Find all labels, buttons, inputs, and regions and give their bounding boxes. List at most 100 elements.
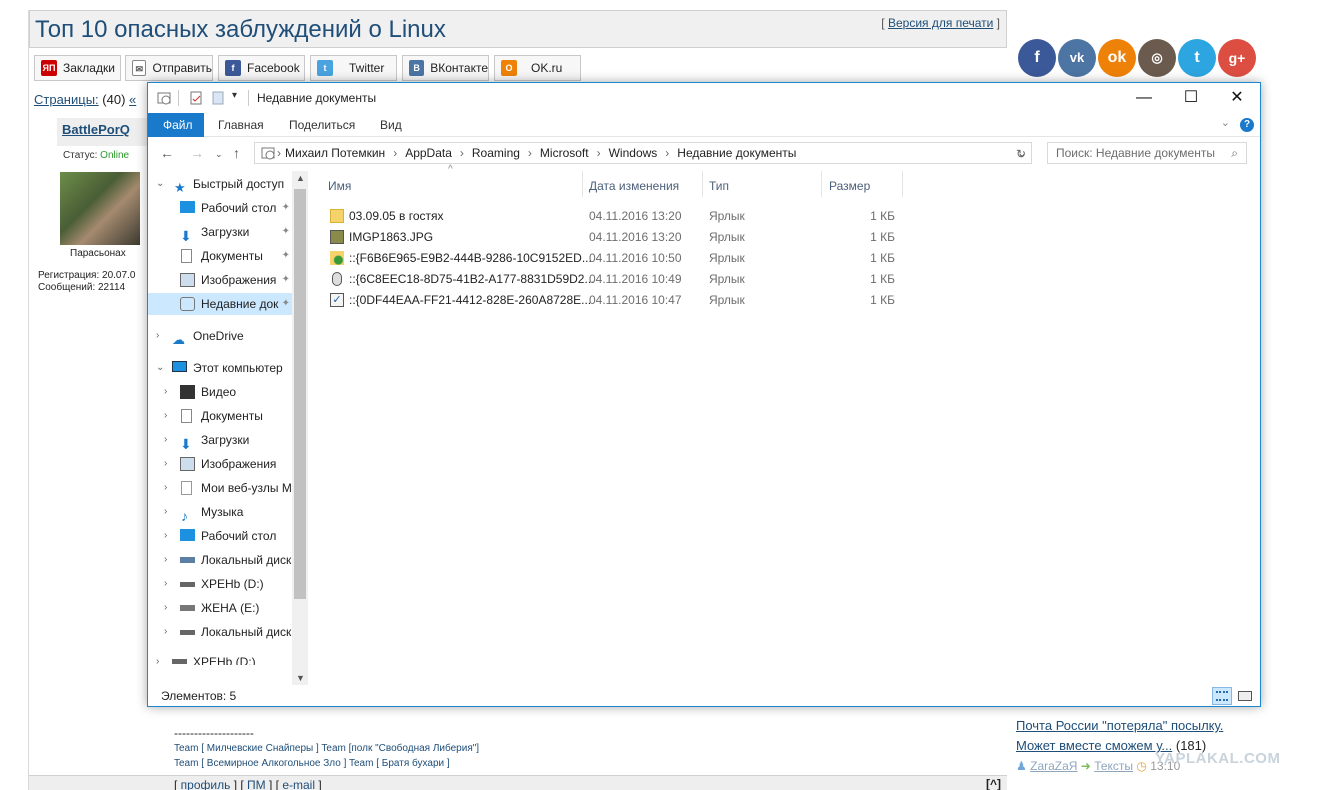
recent-locations-icon[interactable]: ⌄ — [215, 149, 223, 160]
search-input[interactable]: Поиск: Недавние документы ⌕ — [1047, 142, 1247, 164]
details-view-button[interactable] — [1212, 687, 1232, 705]
tab-view[interactable]: Вид — [380, 113, 402, 137]
back-arrow-icon[interactable]: ← — [160, 145, 174, 161]
scroll-up-icon[interactable]: ▲ — [296, 173, 305, 183]
column-type[interactable]: Тип — [709, 179, 729, 193]
user-link[interactable]: ZaraZaЯ — [1030, 759, 1077, 773]
vk-icon[interactable]: vk — [1058, 39, 1096, 77]
breadcrumb-item[interactable]: Михаил Потемкин — [285, 146, 385, 160]
scroll-top-button[interactable]: [^] — [986, 777, 1001, 790]
help-icon[interactable]: ? — [1240, 118, 1254, 132]
chevron-right-icon[interactable]: › — [164, 429, 167, 451]
breadcrumb-item[interactable]: Windows — [609, 146, 658, 160]
team-link[interactable]: полк "Свободная Либерия" — [351, 743, 476, 754]
chevron-right-icon[interactable]: › — [164, 381, 167, 403]
nav-this-pc[interactable]: ⌄ Этот компьютер — [148, 357, 292, 379]
chevron-right-icon[interactable]: › — [597, 146, 601, 160]
nav-local-disk[interactable]: › Локальный диск — [148, 549, 292, 571]
file-row[interactable]: ::{F6B6E965-E9B2-444B-9286-10C9152ED... … — [318, 248, 1258, 269]
team-link[interactable]: Братя бухари — [382, 758, 444, 769]
column-divider[interactable] — [902, 171, 903, 197]
column-divider[interactable] — [702, 171, 703, 197]
breadcrumb-item[interactable]: Недавние документы — [677, 146, 796, 160]
section-link[interactable]: Тексты — [1094, 759, 1133, 773]
pages-link[interactable]: Страницы: — [34, 92, 99, 107]
file-row[interactable]: 03.09.05 в гостях 04.11.2016 13:20 Ярлык… — [318, 206, 1258, 227]
chevron-right-icon[interactable]: › — [156, 325, 159, 347]
explorer-window[interactable]: ▾ Недавние документы — ☐ ✕ Файл Главная … — [147, 82, 1261, 707]
minimize-button[interactable]: — — [1121, 83, 1167, 113]
breadcrumb-item[interactable]: AppData — [405, 146, 452, 160]
share-ok-button[interactable]: O OK.ru — [494, 55, 581, 81]
chevron-right-icon[interactable]: › — [164, 597, 167, 619]
nav-desktop[interactable]: Рабочий стол ✦ — [148, 197, 292, 219]
tab-home[interactable]: Главная — [218, 113, 264, 137]
properties-icon[interactable] — [188, 90, 204, 106]
nav-documents-pc[interactable]: › Документы — [148, 405, 292, 427]
nav-drive-d[interactable]: › XPEHb (D:) — [148, 573, 292, 595]
pm-link[interactable]: ПМ — [247, 778, 266, 790]
share-twitter-button[interactable]: t Twitter — [310, 55, 397, 81]
author-link[interactable]: BattlePorQ — [62, 122, 130, 137]
up-arrow-icon[interactable]: ↑ — [233, 145, 240, 161]
nav-web-nodes[interactable]: › Мои веб-узлы M — [148, 477, 292, 499]
nav-desktop-pc[interactable]: › Рабочий стол — [148, 525, 292, 547]
nav-drive-d-2[interactable]: › XPEHb (D:) — [148, 651, 292, 665]
chevron-down-icon[interactable]: ⌄ — [156, 173, 164, 195]
share-vk-button[interactable]: B ВКонтакте — [402, 55, 489, 81]
tab-share[interactable]: Поделиться — [289, 113, 355, 137]
chevron-right-icon[interactable]: › — [164, 477, 167, 499]
file-row[interactable]: ::{6C8EEC18-8D75-41B2-A177-8831D59D2... … — [318, 269, 1258, 290]
chevron-right-icon[interactable]: › — [156, 651, 159, 665]
chevron-right-icon[interactable]: › — [277, 146, 281, 160]
file-row[interactable]: ✓ ::{0DF44EAA-FF21-4412-828E-260A8728E..… — [318, 290, 1258, 311]
column-date[interactable]: Дата изменения — [589, 179, 679, 193]
chevron-right-icon[interactable]: › — [164, 573, 167, 595]
chevron-right-icon[interactable]: › — [164, 621, 167, 643]
nav-images[interactable]: Изображения ✦ — [148, 269, 292, 291]
email-link[interactable]: e-mail — [282, 778, 315, 790]
nav-music[interactable]: › ♪ Музыка — [148, 501, 292, 523]
share-bookmarks-button[interactable]: ЯП Закладки — [34, 55, 121, 81]
chevron-right-icon[interactable]: › — [164, 549, 167, 571]
address-bar[interactable]: › Михаил Потемкин › AppData › Roaming › Mic… — [254, 142, 1032, 164]
chevron-right-icon[interactable]: › — [393, 146, 397, 160]
column-divider[interactable] — [821, 171, 822, 197]
team-link[interactable]: Всемирное Алкогольное Зло — [207, 758, 341, 769]
nav-downloads-pc[interactable]: › ⬇ Загрузки — [148, 429, 292, 451]
print-version-link[interactable]: Версия для печати — [888, 16, 993, 30]
google-plus-icon[interactable]: g+ — [1218, 39, 1256, 77]
scroll-down-icon[interactable]: ▼ — [296, 673, 305, 683]
column-divider[interactable] — [582, 171, 583, 197]
nav-documents[interactable]: Документы ✦ — [148, 245, 292, 267]
topic-link[interactable]: Может вместе сможем у... — [1016, 738, 1172, 753]
share-facebook-button[interactable]: f Facebook — [218, 55, 305, 81]
share-send-button[interactable]: ✉ Отправить — [125, 55, 213, 81]
nav-local-disk-2[interactable]: › Локальный диск — [148, 621, 292, 643]
file-row[interactable]: IMGP1863.JPG 04.11.2016 13:20 Ярлык 1 КБ — [318, 227, 1258, 248]
nav-drive-e[interactable]: › ЖЕНА (E:) — [148, 597, 292, 619]
chevron-right-icon[interactable]: › — [164, 405, 167, 427]
new-folder-icon[interactable] — [210, 90, 226, 106]
facebook-icon[interactable]: f — [1018, 39, 1056, 77]
chevron-right-icon[interactable]: › — [164, 501, 167, 523]
nav-video[interactable]: › Видео — [148, 381, 292, 403]
chevron-right-icon[interactable]: › — [164, 453, 167, 475]
expand-ribbon-icon[interactable]: ⌄ — [1221, 116, 1230, 129]
nav-onedrive[interactable]: › ☁ OneDrive — [148, 325, 292, 347]
chevron-right-icon[interactable]: › — [665, 146, 669, 160]
column-size[interactable]: Размер — [829, 179, 870, 193]
close-button[interactable]: ✕ — [1214, 83, 1260, 113]
scrollbar-thumb[interactable] — [294, 189, 306, 599]
chevron-down-icon[interactable]: ⌄ — [156, 357, 164, 379]
breadcrumb-item[interactable]: Roaming — [472, 146, 520, 160]
column-name[interactable]: Имя — [328, 179, 351, 193]
nav-quick-access[interactable]: ⌄ ★ Быстрый доступ — [148, 173, 292, 195]
avatar[interactable] — [60, 172, 140, 245]
refresh-icon[interactable]: ↻ — [1016, 147, 1026, 161]
topic-link[interactable]: Почта России "потеряла" посылку. — [1016, 718, 1223, 733]
customize-qat-icon[interactable]: ▾ — [232, 90, 237, 106]
chevron-right-icon[interactable]: › — [528, 146, 532, 160]
instagram-icon[interactable]: ◎ — [1138, 39, 1176, 77]
nav-recent[interactable]: Недавние док ✦ — [148, 293, 292, 315]
